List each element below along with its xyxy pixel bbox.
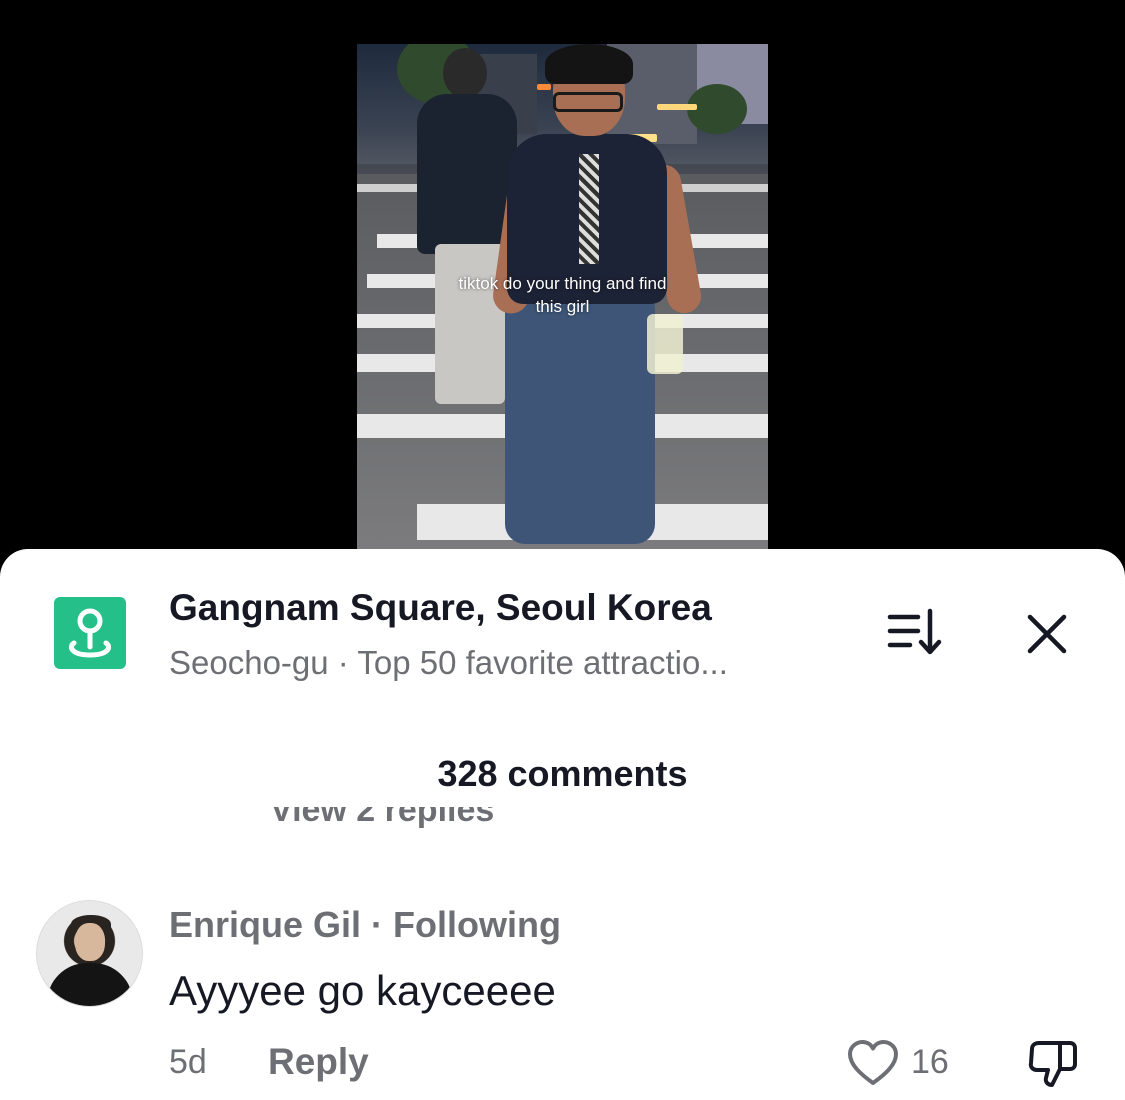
video-subject (545, 44, 633, 84)
location-subtitle[interactable]: Seocho-gu · Top 50 favorite attractio... (169, 644, 728, 682)
close-icon[interactable] (1020, 607, 1074, 661)
avatar-face (75, 923, 105, 961)
video-subject (579, 154, 599, 264)
view-replies-link[interactable]: View 2 replies (270, 807, 540, 843)
like-count: 16 (911, 1043, 949, 1081)
comment-age: 5d (169, 1043, 207, 1081)
reply-button[interactable]: Reply (268, 1041, 369, 1083)
heart-icon[interactable] (847, 1039, 899, 1087)
video-subject (553, 92, 623, 112)
video-cup (647, 314, 683, 374)
video-area[interactable]: tiktok do your thing and find this girl (0, 0, 1125, 560)
video-thumbnail[interactable]: tiktok do your thing and find this girl (357, 44, 768, 550)
thumbs-down-icon[interactable] (1026, 1037, 1080, 1091)
sort-icon[interactable] (886, 607, 944, 657)
comment-author[interactable]: Enrique Gil · Following (169, 904, 561, 946)
video-light (657, 104, 697, 110)
location-title[interactable]: Gangnam Square, Seoul Korea (169, 587, 712, 629)
video-subject (505, 294, 655, 544)
video-light (537, 84, 551, 90)
video-caption-line: tiktok do your thing and find (458, 274, 667, 293)
view-replies-label: View 2 replies (270, 807, 495, 829)
comment-text: Ayyyee go kayceeee (169, 967, 556, 1014)
comments-count-title: 328 comments (437, 753, 688, 794)
video-caption: tiktok do your thing and find this girl (357, 272, 768, 318)
avatar[interactable] (36, 900, 143, 1007)
location-pin-icon[interactable] (54, 597, 126, 669)
avatar-jacket (47, 963, 133, 1006)
video-person (443, 48, 487, 98)
video-caption-line: this girl (535, 297, 590, 316)
video-person (435, 244, 505, 404)
comments-sheet: Gangnam Square, Seoul Korea Seocho-gu · … (0, 549, 1125, 1100)
